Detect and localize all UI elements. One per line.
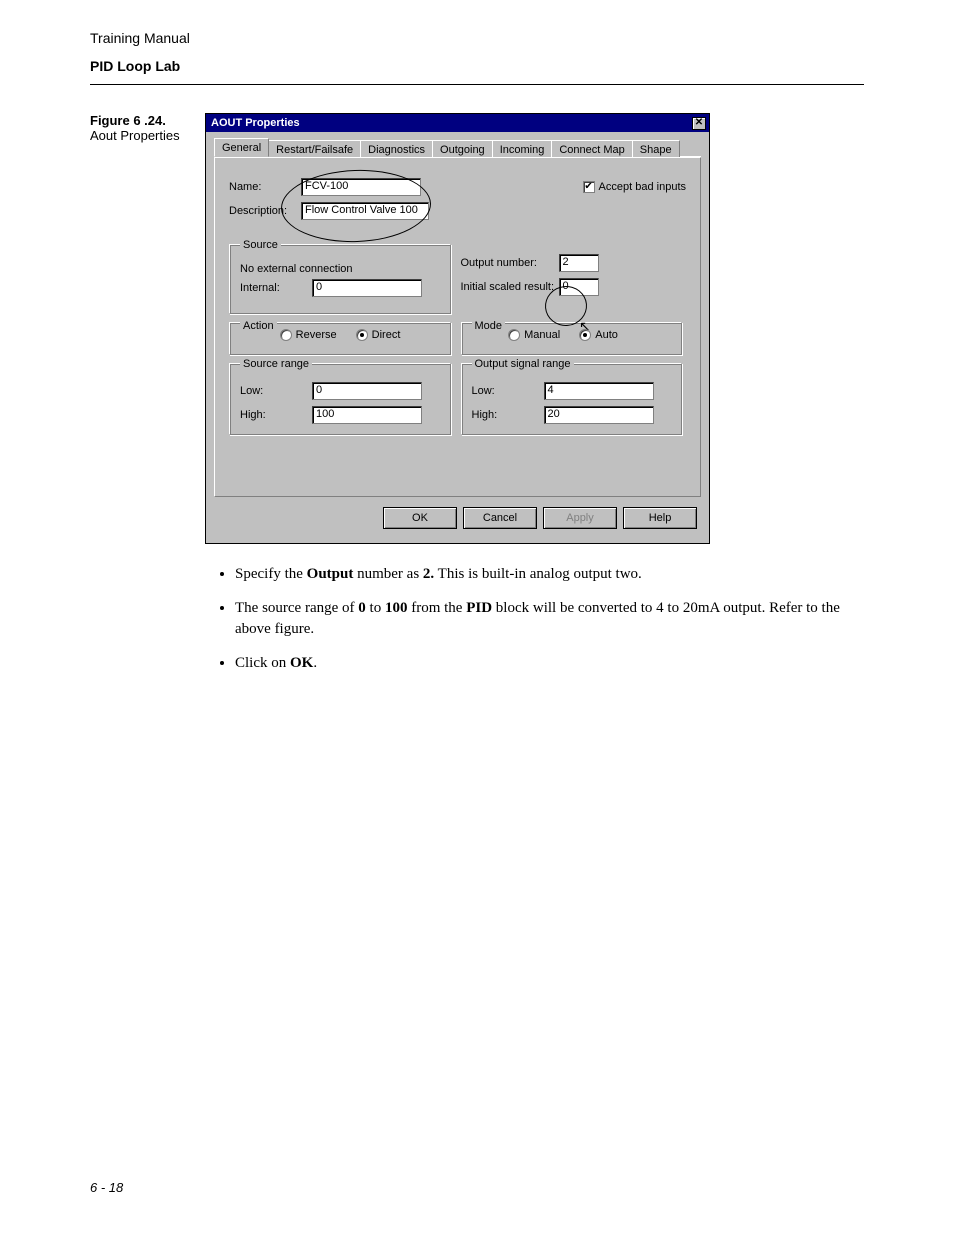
page-number: 6 - 18: [90, 1180, 123, 1195]
tab-connect-map[interactable]: Connect Map: [551, 140, 632, 158]
tab-incoming[interactable]: Incoming: [492, 140, 553, 158]
tab-panel-general: ↖ Name: FCV-100 Description: Flow Contro…: [214, 157, 701, 497]
description-input[interactable]: Flow Control Valve 100: [301, 202, 429, 220]
instruction-list: Specify the Output number as 2. This is …: [235, 564, 864, 673]
figure-desc: Aout Properties: [90, 128, 195, 143]
source-low-input[interactable]: 0: [312, 382, 422, 400]
output-high-label: High:: [472, 409, 544, 421]
output-number-label: Output number:: [461, 257, 559, 269]
bullet-2: The source range of 0 to 100 from the PI…: [235, 598, 864, 639]
mode-manual-label: Manual: [524, 329, 560, 341]
source-legend: Source: [240, 239, 281, 251]
output-low-input[interactable]: 4: [544, 382, 654, 400]
text-bold: 100: [385, 600, 408, 616]
action-direct-radio[interactable]: Direct: [356, 329, 401, 341]
source-group: Source No external connection Internal: …: [229, 244, 451, 314]
apply-button[interactable]: Apply: [543, 507, 617, 529]
header-rule: [90, 84, 864, 85]
dialog-button-row: OK Cancel Apply Help: [214, 497, 701, 533]
text: Click on: [235, 655, 290, 671]
internal-label: Internal:: [240, 282, 312, 294]
text-bold: 0: [358, 600, 366, 616]
source-range-legend: Source range: [240, 358, 312, 370]
help-button[interactable]: Help: [623, 507, 697, 529]
initial-scaled-result-input[interactable]: 0: [559, 278, 599, 296]
output-high-input[interactable]: 20: [544, 406, 654, 424]
source-range-group: Source range Low: 0 High: 100: [229, 363, 451, 435]
radio-icon: [280, 329, 292, 341]
tab-general[interactable]: General: [214, 138, 269, 157]
action-direct-label: Direct: [372, 329, 401, 341]
internal-input[interactable]: 0: [312, 279, 422, 297]
text: to: [366, 600, 385, 616]
figure-caption: Figure 6 .24. Aout Properties: [90, 113, 205, 143]
radio-icon: [579, 329, 591, 341]
ok-button[interactable]: OK: [383, 507, 457, 529]
tab-diagnostics[interactable]: Diagnostics: [360, 140, 433, 158]
text-bold: PID: [466, 600, 492, 616]
radio-icon: [508, 329, 520, 341]
bullet-3: Click on OK.: [235, 653, 864, 673]
mode-auto-radio[interactable]: Auto: [579, 329, 618, 341]
name-label: Name:: [229, 181, 301, 193]
cancel-button[interactable]: Cancel: [463, 507, 537, 529]
initial-scaled-result-label: Initial scaled result:: [461, 281, 559, 293]
mode-manual-radio[interactable]: Manual: [508, 329, 560, 341]
mode-group: Mode Manual Auto: [461, 322, 683, 355]
text: number as: [353, 566, 423, 582]
tab-restart-failsafe[interactable]: Restart/Failsafe: [268, 140, 361, 158]
text-bold: OK: [290, 655, 313, 671]
tab-outgoing[interactable]: Outgoing: [432, 140, 493, 158]
name-input[interactable]: FCV-100: [301, 178, 421, 196]
bullet-1: Specify the Output number as 2. This is …: [235, 564, 864, 584]
dialog-titlebar: AOUT Properties ✕: [206, 114, 709, 132]
accept-bad-inputs-label: Accept bad inputs: [599, 181, 686, 193]
text-bold: Output: [307, 566, 354, 582]
header-training-manual: Training Manual: [90, 30, 864, 46]
no-external-connection-label: No external connection: [240, 263, 440, 275]
output-low-label: Low:: [472, 385, 544, 397]
aout-properties-dialog: AOUT Properties ✕ General Restart/Failsa…: [205, 113, 710, 544]
output-signal-range-legend: Output signal range: [472, 358, 574, 370]
description-label: Description:: [229, 205, 301, 217]
text: The source range of: [235, 600, 358, 616]
figure-label: Figure 6 .24.: [90, 113, 166, 128]
radio-icon: [356, 329, 368, 341]
dialog-title: AOUT Properties: [211, 117, 300, 129]
text: .: [313, 655, 317, 671]
output-number-input[interactable]: 2: [559, 254, 599, 272]
action-group: Action Reverse Direct: [229, 322, 451, 355]
action-reverse-radio[interactable]: Reverse: [280, 329, 337, 341]
text: from the: [407, 600, 466, 616]
mode-legend: Mode: [472, 320, 506, 332]
source-low-label: Low:: [240, 385, 312, 397]
text-bold: 2.: [423, 566, 434, 582]
output-signal-range-group: Output signal range Low: 4 High: 20: [461, 363, 683, 435]
text: Specify the: [235, 566, 307, 582]
checkbox-icon: ✔: [583, 181, 595, 193]
action-legend: Action: [240, 320, 277, 332]
text: This is built-in analog output two.: [434, 566, 642, 582]
close-icon[interactable]: ✕: [692, 117, 706, 130]
source-high-input[interactable]: 100: [312, 406, 422, 424]
accept-bad-inputs-checkbox[interactable]: ✔ Accept bad inputs: [583, 181, 686, 193]
mode-auto-label: Auto: [595, 329, 618, 341]
header-section-title: PID Loop Lab: [90, 58, 864, 74]
tabstrip: General Restart/Failsafe Diagnostics Out…: [214, 138, 701, 157]
tab-shape[interactable]: Shape: [632, 140, 680, 158]
source-high-label: High:: [240, 409, 312, 421]
action-reverse-label: Reverse: [296, 329, 337, 341]
